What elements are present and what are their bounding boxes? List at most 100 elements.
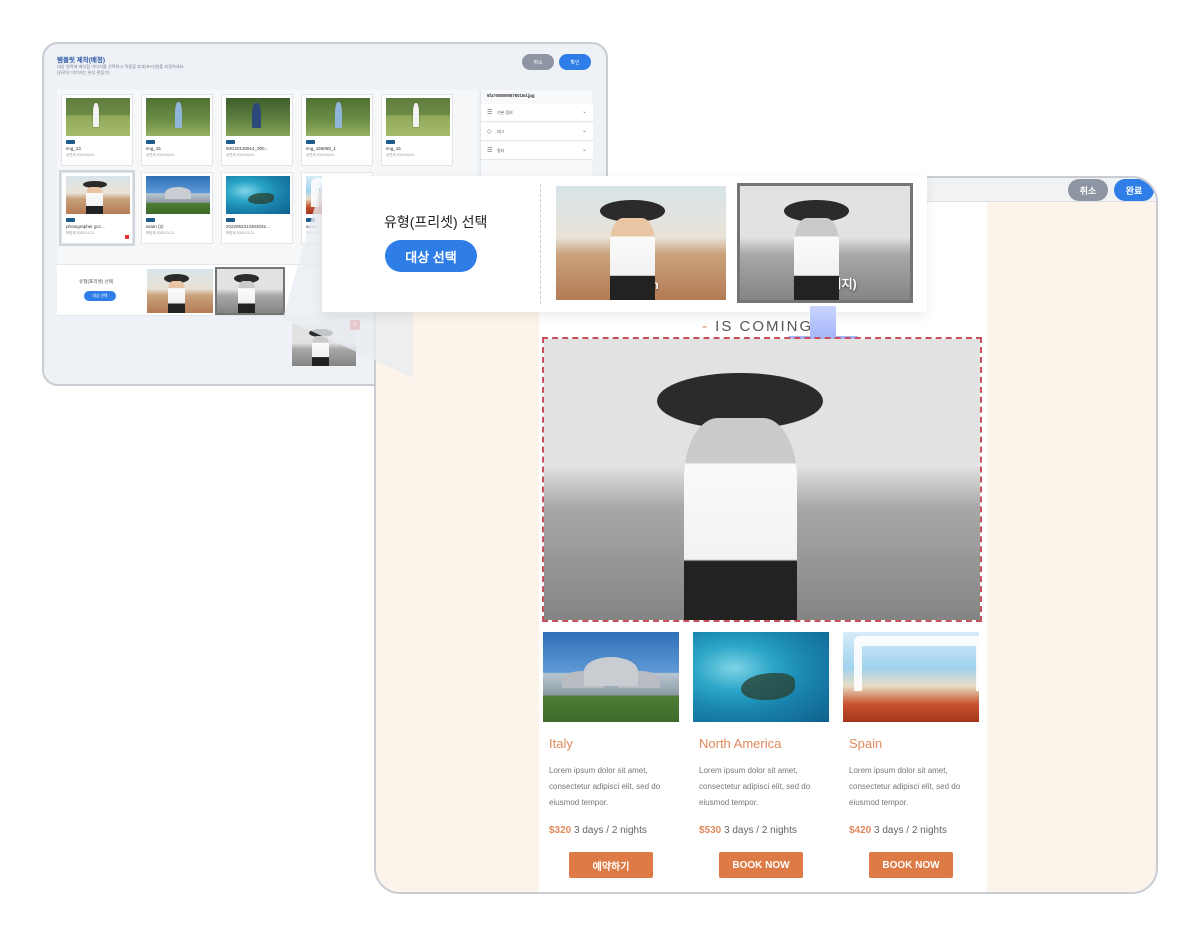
destination-title: Spain — [849, 736, 883, 751]
thumbnail-image — [226, 98, 290, 136]
destination-card: North America Lorem ipsum dolor sit amet… — [693, 632, 831, 878]
thumbnail-image — [146, 98, 210, 136]
preset-bw-selected[interactable] — [215, 267, 285, 315]
destination-image — [843, 632, 979, 722]
detail-section-filter[interactable]: ☰ 필터 ⌄ — [481, 142, 593, 160]
thumbnail-name: asian (2) — [146, 224, 164, 229]
thumbnail-image — [386, 98, 450, 136]
chevron-down-icon: ⌄ — [581, 128, 587, 134]
hero-image-bw — [544, 339, 980, 620]
back-window-title: 템플릿 제작(배정) — [57, 57, 105, 64]
preset-card-bw-selected[interactable]: 흑백(데이지) — [737, 183, 913, 303]
chevron-down-icon: ⌄ — [581, 147, 587, 153]
preset-card-origin[interactable]: Origin — [556, 186, 726, 300]
destination-price: $420 3 days / 2 nights — [849, 825, 981, 836]
price-amount: $420 — [849, 825, 872, 836]
preset-card-label: Origin — [623, 278, 659, 292]
destination-image — [543, 632, 679, 722]
price-amount: $530 — [699, 825, 722, 836]
thumbnail-meta: 박민희 2023.01.21 — [146, 231, 175, 235]
destination-price: $320 3 days / 2 nights — [549, 825, 681, 836]
preset-callout-title: 유형(프리셋) 선택 — [384, 214, 488, 230]
book-now-button[interactable]: BOOK NOW — [869, 852, 953, 878]
file-type-badge — [146, 140, 155, 144]
preset-label: 유형(프리셋) 선택 — [79, 279, 113, 284]
tag-icon: ◇ — [487, 129, 492, 135]
detail-section-label: 필터 — [497, 148, 505, 153]
file-type-badge — [66, 140, 75, 144]
image-thumbnail[interactable]: img_16 남연희 2023.06.01 — [381, 94, 453, 166]
heading-dash: - — [702, 318, 716, 335]
thumbnail-image — [66, 176, 130, 214]
destination-image — [693, 632, 829, 722]
price-duration: 3 days / 2 nights — [574, 825, 647, 836]
detail-section-basic[interactable]: ☰ 기본 정보 ⌄ — [481, 104, 593, 122]
thumbnail-name: img_166869_1 — [306, 146, 336, 151]
image-thumbnail[interactable]: img_15 남연희 2023.06.01 — [141, 94, 213, 166]
thumbnail-name: photographer gcc... — [66, 224, 105, 229]
image-thumbnail[interactable]: asian (2) 박민희 2023.01.21 — [141, 172, 213, 244]
back-confirm-button[interactable]: 확인 — [559, 54, 591, 70]
hero-image-target[interactable] — [542, 337, 982, 622]
thumbnail-meta: 박민희 2023.01.21 — [226, 231, 255, 235]
preset-callout: 유형(프리셋) 선택 대상 선택 Origin 흑백(데이지) — [322, 176, 927, 312]
detail-section-tag[interactable]: ◇ 태그 ⌄ — [481, 123, 593, 141]
front-cancel-button[interactable]: 취소 — [1068, 179, 1108, 201]
list-icon: ☰ — [487, 110, 493, 116]
file-type-badge — [66, 218, 75, 222]
file-type-badge — [386, 140, 395, 144]
thumbnail-name: 2022052314303032... — [226, 224, 270, 229]
detail-section-label: 태그 — [497, 129, 505, 134]
destination-price: $530 3 days / 2 nights — [699, 825, 831, 836]
book-now-button[interactable]: 예약하기 — [569, 852, 653, 878]
thumbnail-meta: 박민희 2023.01.21 — [66, 231, 95, 235]
back-window-description-line-2: (완료된 이미지는 완성 편집기) — [57, 70, 110, 75]
divider — [540, 184, 541, 304]
thumbnail-meta: 남연희 2023.06.01 — [226, 153, 255, 157]
thumbnail-name: img_15 — [146, 146, 161, 151]
preset-origin[interactable] — [147, 269, 213, 313]
destination-title: North America — [699, 736, 782, 751]
file-type-badge — [226, 218, 235, 222]
thumbnail-image — [226, 176, 290, 214]
image-thumbnail[interactable]: IMG20130914_000... 남연희 2023.06.01 — [221, 94, 293, 166]
file-type-badge — [226, 140, 235, 144]
thumbnail-image — [66, 98, 130, 136]
select-target-button[interactable]: 대상 선택 — [84, 291, 116, 301]
book-now-button[interactable]: BOOK NOW — [719, 852, 803, 878]
select-target-button-large[interactable]: 대상 선택 — [385, 240, 477, 272]
file-type-badge — [306, 140, 315, 144]
file-type-badge — [146, 218, 155, 222]
thumbnail-image — [306, 98, 370, 136]
destination-description: Lorem ipsum dolor sit amet, consectetur … — [699, 766, 811, 807]
thumbnail-meta: 남연희 2023.06.01 — [306, 153, 335, 157]
price-amount: $320 — [549, 825, 572, 836]
thumbnail-name: img_13 — [66, 146, 81, 151]
thumbnail-meta: 남연희 2023.06.01 — [66, 153, 95, 157]
delete-icon[interactable] — [125, 235, 129, 239]
chevron-down-icon: ⌄ — [581, 109, 587, 115]
destination-card: Italy Lorem ipsum dolor sit amet, consec… — [543, 632, 681, 878]
image-thumbnail-selected[interactable]: photographer gcc... 박민희 2023.01.21 — [61, 172, 133, 244]
image-thumbnail[interactable]: img_13 남연희 2023.06.01 — [61, 94, 133, 166]
list-icon: ☰ — [487, 148, 493, 154]
thumbnail-image — [146, 176, 210, 214]
destination-title: Italy — [549, 736, 573, 751]
image-thumbnail[interactable]: img_166869_1 남연희 2023.06.01 — [301, 94, 373, 166]
back-window-description: 대상 영역에 배치할 이미지를 선택하고 적용할 효과(프리셋)를 지정하세요.… — [57, 64, 317, 76]
selected-file-name: 5fa7058059876015d.jpg — [487, 93, 535, 98]
destination-description: Lorem ipsum dolor sit amet, consectetur … — [849, 766, 961, 807]
thumbnail-meta: 남연희 2023.06.01 — [146, 153, 175, 157]
thumbnail-name: IMG20130914_000... — [226, 146, 269, 151]
destination-description: Lorem ipsum dolor sit amet, consectetur … — [549, 766, 661, 807]
destination-card: Spain Lorem ipsum dolor sit amet, consec… — [843, 632, 981, 878]
front-done-button[interactable]: 완료 — [1114, 179, 1154, 201]
thumbnail-meta: 남연희 2023.06.01 — [386, 153, 415, 157]
price-duration: 3 days / 2 nights — [874, 825, 947, 836]
detail-section-label: 기본 정보 — [497, 110, 513, 115]
page: 템플릿 제작(배정) 대상 영역에 배치할 이미지를 선택하고 적용할 효과(프… — [0, 0, 1200, 937]
price-duration: 3 days / 2 nights — [724, 825, 797, 836]
back-cancel-button[interactable]: 취소 — [522, 54, 554, 70]
preset-card-label: 흑백(데이지) — [793, 277, 857, 291]
thumbnail-name: img_16 — [386, 146, 401, 151]
